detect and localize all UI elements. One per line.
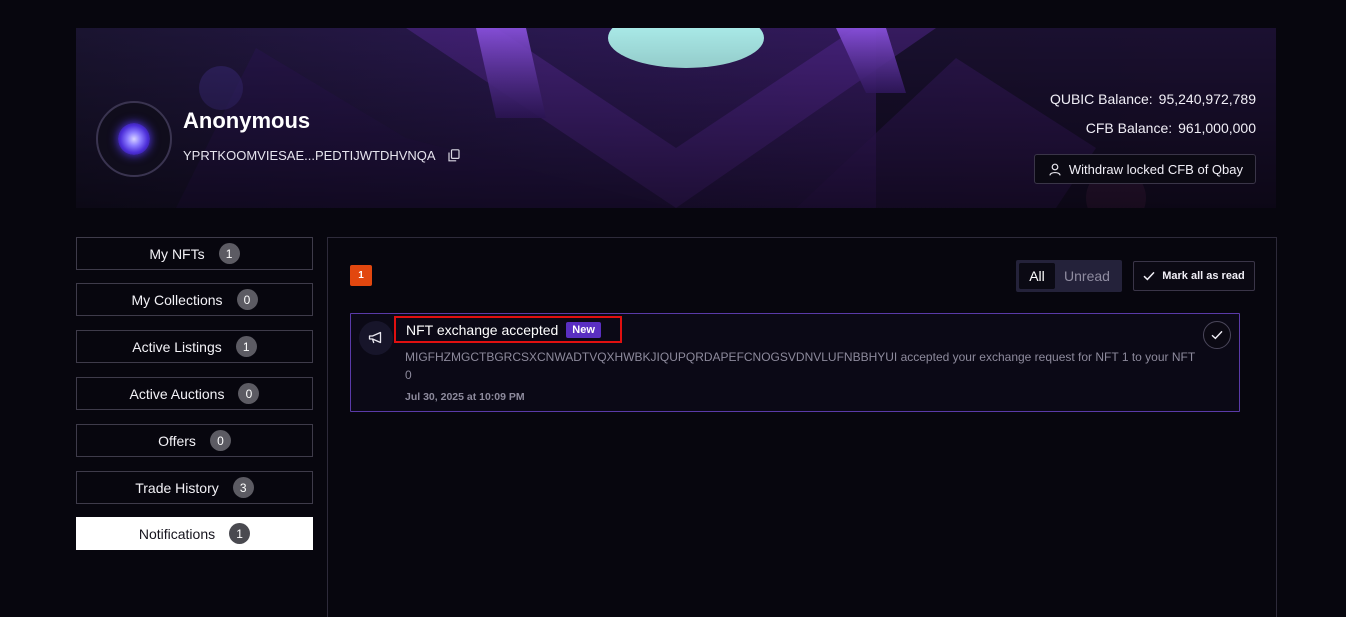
notification-title-highlight: NFT exchange accepted New <box>394 316 622 343</box>
count-badge: 1 <box>229 523 251 544</box>
avatar <box>96 101 172 177</box>
sidebar-item-label: My NFTs <box>149 245 205 262</box>
notifications-panel: 1 All Unread Mark all as read NFT exchan… <box>327 237 1277 617</box>
count-badge: 0 <box>236 289 258 310</box>
sidebar-item-label: Active Listings <box>132 338 222 355</box>
filter-unread-button[interactable]: Unread <box>1055 263 1119 289</box>
count-badge: 1 <box>218 243 240 264</box>
notification-title: NFT exchange accepted <box>406 321 559 338</box>
check-icon <box>1143 271 1155 281</box>
wallet-address: YPRTKOOMVIESAE...PEDTIJWTDHVNQA <box>183 148 436 163</box>
filter-all-button[interactable]: All <box>1019 263 1055 289</box>
mark-all-read-button[interactable]: Mark all as read <box>1133 261 1255 291</box>
notification-timestamp: Jul 30, 2025 at 10:09 PM <box>405 391 525 403</box>
cfb-balance: CFB Balance: 961,000,000 <box>1086 120 1256 136</box>
sidebar-item-my-collections[interactable]: My Collections 0 <box>76 283 313 316</box>
sidebar-item-label: Active Auctions <box>129 385 225 402</box>
unread-count-badge: 1 <box>350 265 372 286</box>
count-badge: 0 <box>209 430 231 451</box>
sidebar-item-active-auctions[interactable]: Active Auctions 0 <box>76 377 313 410</box>
sidebar-item-notifications[interactable]: Notifications 1 <box>76 517 313 550</box>
notification-filter: All Unread <box>1016 260 1122 292</box>
wallet-address-row: YPRTKOOMVIESAE...PEDTIJWTDHVNQA <box>183 148 460 163</box>
profile-banner: Anonymous YPRTKOOMVIESAE...PEDTIJWTDHVNQ… <box>76 28 1276 208</box>
sidebar-item-trade-history[interactable]: Trade History 3 <box>76 471 313 504</box>
megaphone-icon-wrap <box>359 321 393 355</box>
mark-all-read-label: Mark all as read <box>1162 270 1245 282</box>
user-icon <box>1049 163 1061 176</box>
notification-item[interactable]: NFT exchange accepted New MIGFHZMGCTBGRC… <box>350 313 1240 412</box>
sidebar-item-label: My Collections <box>131 291 223 308</box>
cfb-balance-label: CFB Balance: <box>1085 120 1173 136</box>
copy-icon[interactable] <box>447 149 460 162</box>
mark-read-button[interactable] <box>1203 321 1231 349</box>
qubic-balance: QUBIC Balance: 95,240,972,789 <box>1050 91 1256 107</box>
count-badge: 3 <box>232 477 254 498</box>
notification-body: MIGFHZMGCTBGRCSXCNWADTVQXHWBKJIQUPQRDAPE… <box>405 350 1195 382</box>
sidebar-item-offers[interactable]: Offers 0 <box>76 424 313 457</box>
withdraw-button-label: Withdraw locked CFB of Qbay <box>1068 161 1243 177</box>
sidebar-item-active-listings[interactable]: Active Listings 1 <box>76 330 313 363</box>
check-icon <box>1211 330 1223 340</box>
profile-name: Anonymous <box>183 108 311 133</box>
avatar-orb-icon <box>118 123 150 155</box>
count-badge: 0 <box>238 383 260 404</box>
qubic-balance-value: 95,240,972,789 <box>1158 91 1256 107</box>
qubic-balance-label: QUBIC Balance: <box>1049 91 1153 107</box>
cfb-balance-value: 961,000,000 <box>1178 120 1256 136</box>
sidebar-item-my-nfts[interactable]: My NFTs 1 <box>76 237 313 270</box>
sidebar-item-label: Notifications <box>138 525 216 542</box>
sidebar-item-label: Offers <box>158 432 196 449</box>
new-tag: New <box>566 321 601 338</box>
sidebar-item-label: Trade History <box>135 479 219 496</box>
megaphone-icon <box>368 331 382 344</box>
withdraw-locked-cfb-button[interactable]: Withdraw locked CFB of Qbay <box>1033 154 1256 184</box>
count-badge: 1 <box>235 336 257 357</box>
